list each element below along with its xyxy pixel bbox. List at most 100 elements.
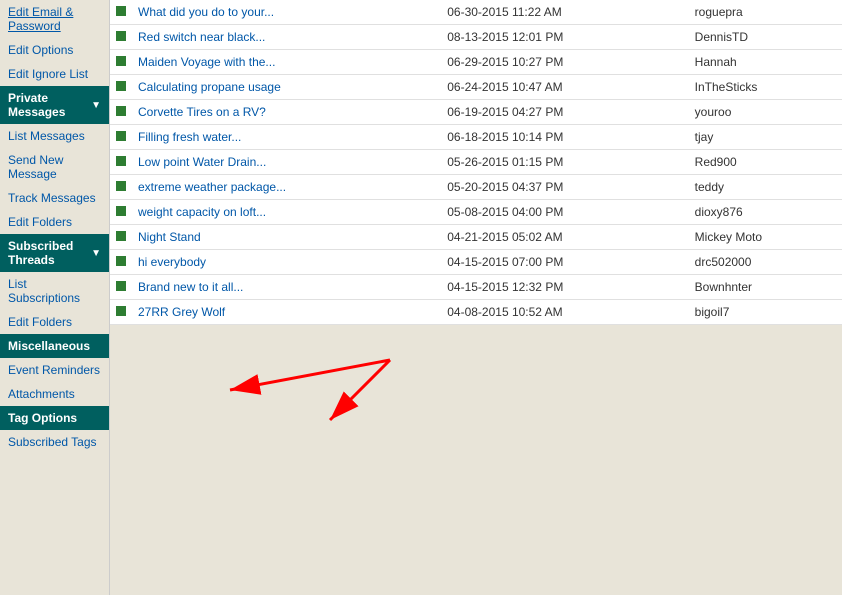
sidebar-item[interactable]: List Messages — [0, 124, 109, 148]
thread-title-link[interactable]: Filling fresh water... — [138, 130, 241, 144]
status-icon — [116, 131, 126, 141]
thread-author[interactable]: Bownhnter — [689, 275, 842, 300]
sidebar-item[interactable]: Send New Message — [0, 148, 109, 186]
status-icon — [116, 281, 126, 291]
sidebar-link[interactable]: Track Messages — [0, 186, 109, 210]
table-row: Low point Water Drain... 05-26-2015 01:15… — [110, 150, 842, 175]
thread-date: 05-08-2015 04:00 PM — [441, 200, 688, 225]
table-row: Calculating propane usage 06-24-2015 10:4… — [110, 75, 842, 100]
sidebar-link[interactable]: Edit Folders — [0, 210, 109, 234]
table-row: Red switch near black... 08-13-2015 12:01… — [110, 25, 842, 50]
sidebar-link[interactable]: Edit Options — [0, 38, 109, 62]
status-icon — [116, 6, 126, 16]
table-row: Corvette Tires on a RV? 06-19-2015 04:27 … — [110, 100, 842, 125]
thread-title-link[interactable]: Corvette Tires on a RV? — [138, 105, 266, 119]
thread-author[interactable]: tjay — [689, 125, 842, 150]
sidebar: Edit Email & PasswordEdit OptionsEdit Ig… — [0, 0, 110, 595]
status-icon — [116, 156, 126, 166]
thread-title-link[interactable]: hi everybody — [138, 255, 206, 269]
thread-author[interactable]: Mickey Moto — [689, 225, 842, 250]
status-icon — [116, 181, 126, 191]
thread-title-link[interactable]: Calculating propane usage — [138, 80, 281, 94]
status-icon — [116, 81, 126, 91]
status-icon — [116, 31, 126, 41]
thread-title-link[interactable]: extreme weather package... — [138, 180, 286, 194]
section-title: Private Messages▼ — [0, 86, 109, 124]
sidebar-link[interactable]: List Subscriptions — [0, 272, 109, 310]
status-icon — [116, 256, 126, 266]
sidebar-item[interactable]: Event Reminders — [0, 358, 109, 382]
thread-table: What did you do to your... 06-30-2015 11:… — [110, 0, 842, 325]
section-title: Tag Options — [0, 406, 109, 430]
sidebar-link[interactable]: Subscribed Tags — [0, 430, 109, 454]
thread-author[interactable]: Red900 — [689, 150, 842, 175]
thread-date: 04-08-2015 10:52 AM — [441, 300, 688, 325]
status-icon — [116, 206, 126, 216]
sidebar-item[interactable]: Edit Folders — [0, 310, 109, 334]
thread-title-link[interactable]: Night Stand — [138, 230, 201, 244]
sidebar-link[interactable]: Attachments — [0, 382, 109, 406]
chevron-down-icon: ▼ — [91, 100, 101, 111]
sidebar-section-header: Tag Options — [0, 406, 109, 430]
thread-title-link[interactable]: Low point Water Drain... — [138, 155, 266, 169]
thread-author[interactable]: roguepra — [689, 0, 842, 25]
thread-title-link[interactable]: weight capacity on loft... — [138, 205, 266, 219]
thread-date: 08-13-2015 12:01 PM — [441, 25, 688, 50]
sidebar-link[interactable]: Edit Folders — [0, 310, 109, 334]
status-icon — [116, 231, 126, 241]
section-title: Miscellaneous — [0, 334, 109, 358]
main-wrapper: What did you do to your... 06-30-2015 11:… — [110, 0, 842, 595]
thread-date: 06-24-2015 10:47 AM — [441, 75, 688, 100]
thread-title-link[interactable]: What did you do to your... — [138, 5, 274, 19]
table-row: Filling fresh water... 06-18-2015 10:14 P… — [110, 125, 842, 150]
thread-date: 04-21-2015 05:02 AM — [441, 225, 688, 250]
sidebar-item[interactable]: List Subscriptions — [0, 272, 109, 310]
table-row: extreme weather package... 05-20-2015 04:… — [110, 175, 842, 200]
thread-date: 06-19-2015 04:27 PM — [441, 100, 688, 125]
sidebar-item[interactable]: Edit Options — [0, 38, 109, 62]
sidebar-item[interactable]: Track Messages — [0, 186, 109, 210]
thread-date: 04-15-2015 12:32 PM — [441, 275, 688, 300]
sidebar-item[interactable]: Edit Folders — [0, 210, 109, 234]
thread-author[interactable]: teddy — [689, 175, 842, 200]
status-icon — [116, 56, 126, 66]
thread-author[interactable]: InTheSticks — [689, 75, 842, 100]
status-icon — [116, 306, 126, 316]
sidebar-link[interactable]: Event Reminders — [0, 358, 109, 382]
table-row: What did you do to your... 06-30-2015 11:… — [110, 0, 842, 25]
table-row: weight capacity on loft... 05-08-2015 04:… — [110, 200, 842, 225]
thread-date: 05-20-2015 04:37 PM — [441, 175, 688, 200]
section-title: Subscribed Threads▼ — [0, 234, 109, 272]
sidebar-link[interactable]: Send New Message — [0, 148, 109, 186]
thread-date: 06-18-2015 10:14 PM — [441, 125, 688, 150]
table-row: Maiden Voyage with the... 06-29-2015 10:2… — [110, 50, 842, 75]
thread-author[interactable]: drc502000 — [689, 250, 842, 275]
table-row: 27RR Grey Wolf 04-08-2015 10:52 AMbigoil7 — [110, 300, 842, 325]
thread-date: 06-30-2015 11:22 AM — [441, 0, 688, 25]
main-content: What did you do to your... 06-30-2015 11:… — [110, 0, 842, 325]
thread-title-link[interactable]: 27RR Grey Wolf — [138, 305, 225, 319]
thread-author[interactable]: dioxy876 — [689, 200, 842, 225]
thread-author[interactable]: bigoil7 — [689, 300, 842, 325]
thread-date: 04-15-2015 07:00 PM — [441, 250, 688, 275]
sidebar-menu: Edit Email & PasswordEdit OptionsEdit Ig… — [0, 0, 109, 454]
sidebar-section-header: Private Messages▼ — [0, 86, 109, 124]
thread-title-link[interactable]: Red switch near black... — [138, 30, 265, 44]
sidebar-item[interactable]: Edit Email & Password — [0, 0, 109, 38]
sidebar-section-header: Miscellaneous — [0, 334, 109, 358]
sidebar-link[interactable]: Edit Email & Password — [0, 0, 109, 38]
sidebar-link[interactable]: Edit Ignore List — [0, 62, 109, 86]
sidebar-item[interactable]: Attachments — [0, 382, 109, 406]
sidebar-item[interactable]: Edit Ignore List — [0, 62, 109, 86]
thread-author[interactable]: DennisTD — [689, 25, 842, 50]
thread-date: 06-29-2015 10:27 PM — [441, 50, 688, 75]
sidebar-item[interactable]: Subscribed Tags — [0, 430, 109, 454]
sidebar-section-header: Subscribed Threads▼ — [0, 234, 109, 272]
thread-author[interactable]: Hannah — [689, 50, 842, 75]
thread-title-link[interactable]: Maiden Voyage with the... — [138, 55, 275, 69]
thread-date: 05-26-2015 01:15 PM — [441, 150, 688, 175]
thread-author[interactable]: youroo — [689, 100, 842, 125]
thread-title-link[interactable]: Brand new to it all... — [138, 280, 243, 294]
sidebar-link[interactable]: List Messages — [0, 124, 109, 148]
table-row: Night Stand 04-21-2015 05:02 AMMickey Mot… — [110, 225, 842, 250]
